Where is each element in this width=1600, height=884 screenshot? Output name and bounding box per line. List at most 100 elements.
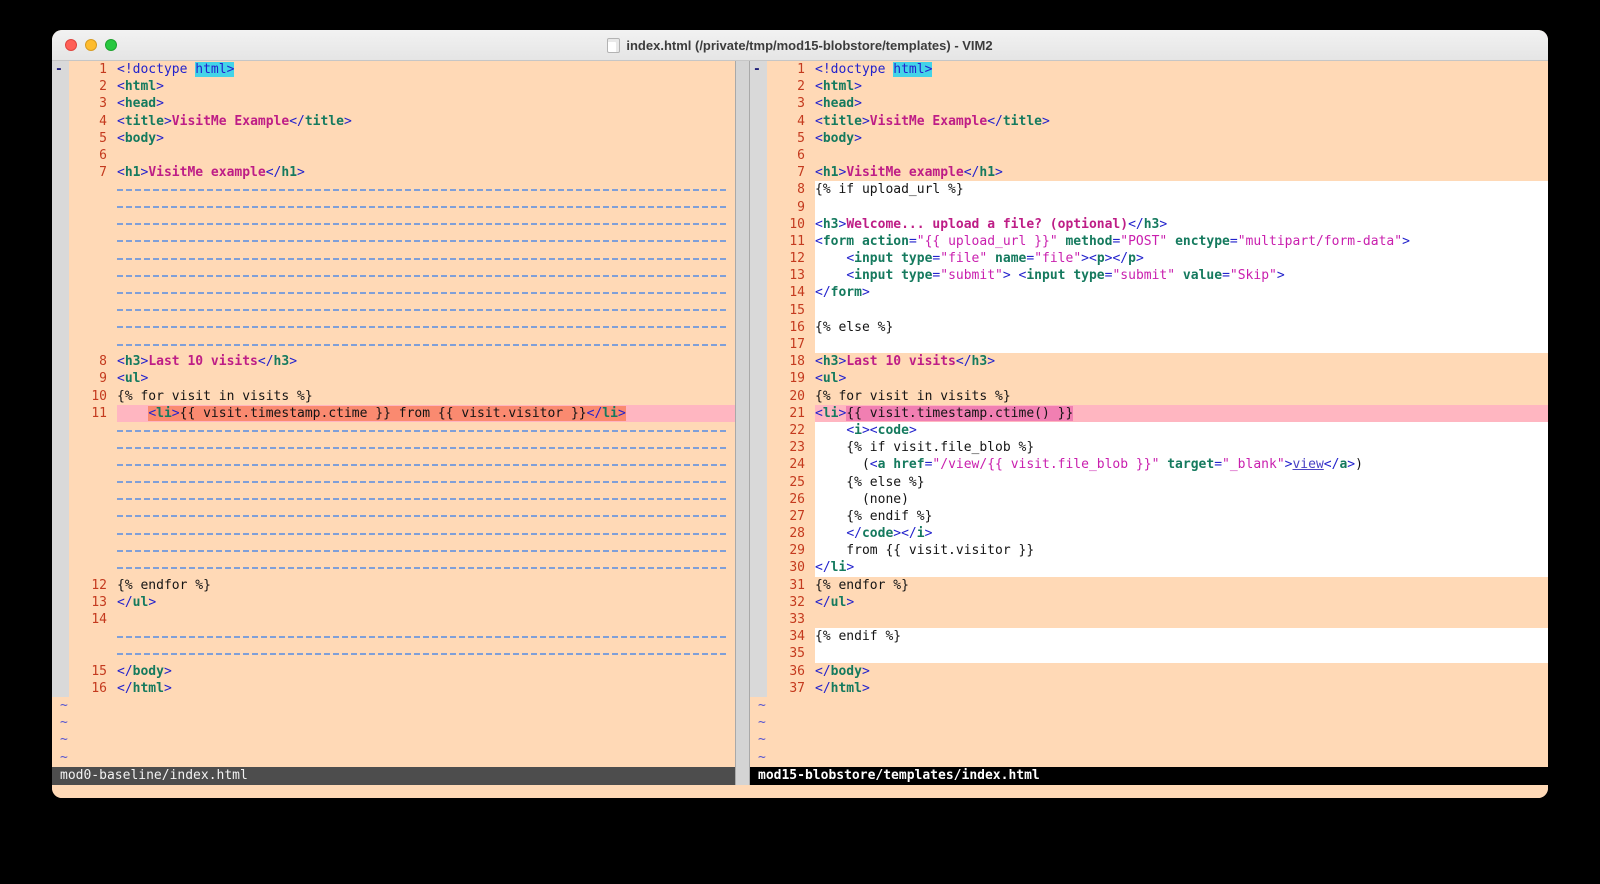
code-text[interactable]: {% endfor %} <box>815 577 1548 594</box>
filler-line[interactable] <box>52 439 735 456</box>
code-line[interactable]: 23 {% if visit.file_blob %} <box>750 439 1548 456</box>
filler-line[interactable] <box>52 542 735 559</box>
code-text[interactable]: </code></i> <box>815 525 1548 542</box>
code-text[interactable]: {% for visit in visits %} <box>815 388 1548 405</box>
code-line[interactable]: 10{% for visit in visits %} <box>52 388 735 405</box>
fold-column-cell[interactable] <box>750 181 767 198</box>
fold-column-cell[interactable] <box>52 508 69 525</box>
code-text[interactable] <box>815 199 1548 216</box>
filler-line[interactable] <box>52 199 735 216</box>
fold-column-cell[interactable] <box>52 353 69 370</box>
fold-column-cell[interactable] <box>750 78 767 95</box>
code-line[interactable]: 24 (<a href="/view/{{ visit.file_blob }}… <box>750 456 1548 473</box>
fold-column-cell[interactable] <box>52 113 69 130</box>
diff-filler-text[interactable] <box>117 284 735 301</box>
filler-line[interactable] <box>52 508 735 525</box>
minimize-button[interactable] <box>85 39 97 51</box>
code-text[interactable]: <h3>Last 10 visits</h3> <box>815 353 1548 370</box>
diff-filler-text[interactable] <box>117 267 735 284</box>
diff-filler-text[interactable] <box>117 199 735 216</box>
fold-column-cell[interactable] <box>52 663 69 680</box>
fold-column-cell[interactable] <box>52 233 69 250</box>
fold-column-cell[interactable] <box>52 284 69 301</box>
code-text[interactable]: {% endif %} <box>815 628 1548 645</box>
fold-column-cell[interactable] <box>750 233 767 250</box>
fold-column-cell[interactable] <box>52 405 69 422</box>
code-text[interactable]: <head> <box>117 95 735 112</box>
code-line[interactable]: 15 <box>750 302 1548 319</box>
code-line[interactable]: 6 <box>750 147 1548 164</box>
code-line[interactable]: 5<body> <box>750 130 1548 147</box>
fold-column-cell[interactable]: - <box>750 61 767 78</box>
diff-filler-text[interactable] <box>117 542 735 559</box>
fold-column-cell[interactable] <box>750 370 767 387</box>
fold-column-cell[interactable] <box>750 319 767 336</box>
code-line[interactable]: 25 {% else %} <box>750 474 1548 491</box>
diff-filler-text[interactable] <box>117 319 735 336</box>
code-line[interactable]: 28 </code></i> <box>750 525 1548 542</box>
code-line[interactable]: 9<ul> <box>52 370 735 387</box>
fold-column-cell[interactable] <box>750 336 767 353</box>
code-text[interactable]: {% if visit.file_blob %} <box>815 439 1548 456</box>
code-line[interactable]: 35 <box>750 645 1548 662</box>
fold-column-cell[interactable] <box>750 508 767 525</box>
code-line[interactable]: 7<h1>VisitMe example</h1> <box>750 164 1548 181</box>
code-text[interactable]: <title>VisitMe Example</title> <box>117 113 735 130</box>
left-pane[interactable]: -1<!doctype html>2<html>3<head>4<title>V… <box>52 61 735 767</box>
tilde-line[interactable]: ~ <box>750 731 1548 748</box>
diff-filler-text[interactable] <box>117 216 735 233</box>
code-line[interactable]: -1<!doctype html> <box>52 61 735 78</box>
code-text[interactable]: {% else %} <box>815 474 1548 491</box>
fold-column-cell[interactable] <box>52 456 69 473</box>
fold-column-cell[interactable] <box>52 491 69 508</box>
fold-column-cell[interactable] <box>52 388 69 405</box>
fold-column-cell[interactable] <box>52 611 69 628</box>
fold-column-cell[interactable] <box>750 577 767 594</box>
tilde-line[interactable]: ~ <box>52 731 735 748</box>
fold-column-cell[interactable] <box>52 164 69 181</box>
fold-column-cell[interactable] <box>750 302 767 319</box>
code-line[interactable]: 12{% endfor %} <box>52 577 735 594</box>
tilde-line[interactable]: ~ <box>52 697 735 714</box>
code-text[interactable]: </body> <box>117 663 735 680</box>
code-text[interactable]: <h1>VisitMe example</h1> <box>117 164 735 181</box>
fold-column-cell[interactable] <box>52 181 69 198</box>
code-text[interactable]: {% endif %} <box>815 508 1548 525</box>
code-text[interactable]: <ul> <box>815 370 1548 387</box>
code-line[interactable]: 21<li>{{ visit.timestamp.ctime() }} <box>750 405 1548 422</box>
code-text[interactable]: </ul> <box>815 594 1548 611</box>
filler-line[interactable] <box>52 267 735 284</box>
fold-column-cell[interactable] <box>750 267 767 284</box>
diff-filler-text[interactable] <box>117 439 735 456</box>
code-line[interactable]: 33 <box>750 611 1548 628</box>
code-text[interactable]: </ul> <box>117 594 735 611</box>
filler-line[interactable] <box>52 233 735 250</box>
code-line[interactable]: 6 <box>52 147 735 164</box>
code-line[interactable]: 2<html> <box>52 78 735 95</box>
statusline-divider[interactable] <box>735 767 750 785</box>
code-text[interactable]: <form action="{{ upload_url }}" method="… <box>815 233 1548 250</box>
code-line[interactable]: 9 <box>750 199 1548 216</box>
code-text[interactable]: {% if upload_url %} <box>815 181 1548 198</box>
code-line[interactable]: 34{% endif %} <box>750 628 1548 645</box>
code-text[interactable]: <h3>Last 10 visits</h3> <box>117 353 735 370</box>
filler-line[interactable] <box>52 319 735 336</box>
code-line[interactable]: 5<body> <box>52 130 735 147</box>
filler-line[interactable] <box>52 474 735 491</box>
code-text[interactable]: <input type="file" name="file"><p></p> <box>815 250 1548 267</box>
diff-filler-text[interactable] <box>117 645 735 662</box>
fold-column-cell[interactable] <box>52 559 69 576</box>
code-line[interactable]: 8<h3>Last 10 visits</h3> <box>52 353 735 370</box>
fold-column-cell[interactable] <box>52 439 69 456</box>
fold-column-cell[interactable] <box>750 611 767 628</box>
code-line[interactable]: 27 {% endif %} <box>750 508 1548 525</box>
diff-filler-text[interactable] <box>117 525 735 542</box>
fold-column-cell[interactable] <box>52 199 69 216</box>
code-line[interactable]: 7<h1>VisitMe example</h1> <box>52 164 735 181</box>
fold-column-cell[interactable] <box>750 216 767 233</box>
fold-column-cell[interactable] <box>750 663 767 680</box>
code-text[interactable]: </li> <box>815 559 1548 576</box>
fold-column-cell[interactable] <box>52 370 69 387</box>
fold-column-cell[interactable] <box>52 319 69 336</box>
tilde-line[interactable]: ~ <box>52 749 735 766</box>
